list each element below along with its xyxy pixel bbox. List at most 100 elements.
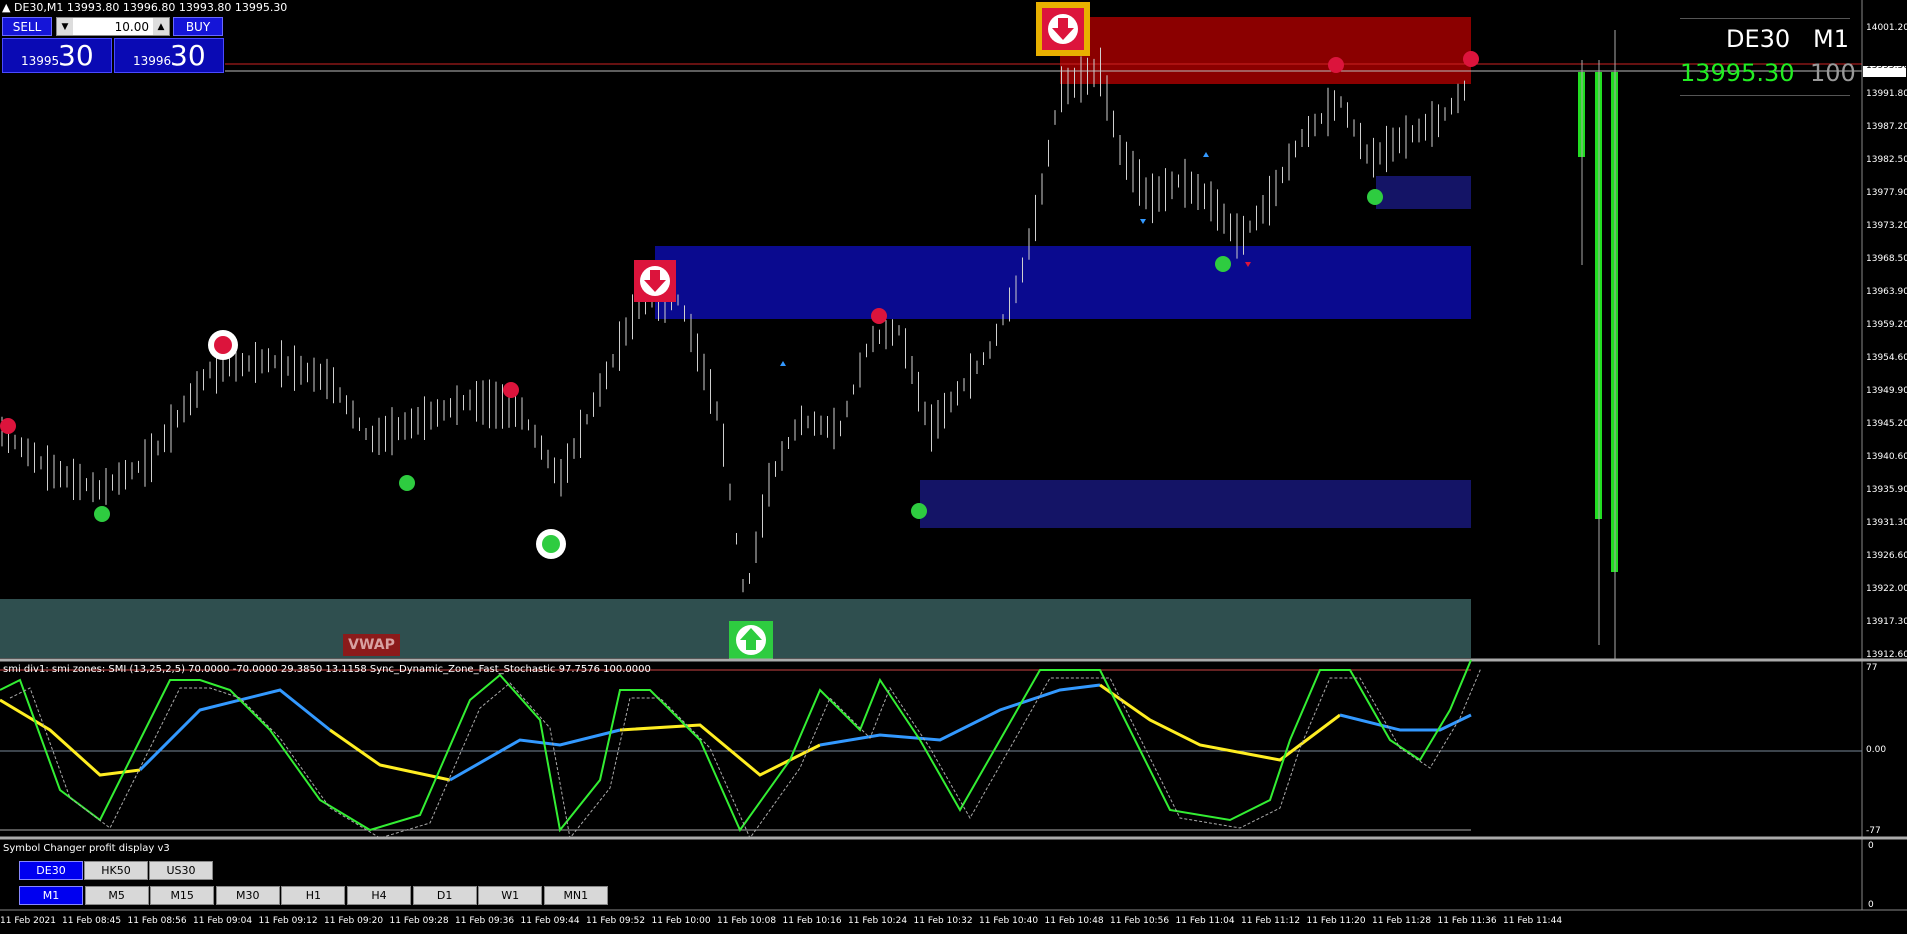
info-percent: 100 — [1810, 59, 1856, 87]
smi-slow-line — [138, 688, 331, 772]
time-label: 11 Feb 11:04 — [1175, 916, 1235, 926]
volume-down-icon[interactable]: ▼ — [57, 18, 73, 35]
buy-price-small: 13996 — [133, 54, 172, 68]
symbol-button-us30[interactable]: US30 — [149, 861, 213, 880]
price-label: 13959.20 — [1866, 320, 1907, 330]
time-label: 11 Feb 08:56 — [127, 916, 187, 926]
timeframe-button-m5[interactable]: M5 — [84, 886, 149, 905]
sell-dot — [871, 308, 887, 324]
symbol-changer-title: Symbol Changer profit display v3 — [3, 843, 170, 854]
time-label: 11 Feb 08:45 — [62, 916, 122, 926]
timeframe-button-d1[interactable]: D1 — [412, 886, 477, 905]
price-label: 13995.30 — [1866, 61, 1907, 71]
price-label: 13922.00 — [1866, 584, 1907, 594]
price-label: 13940.60 — [1866, 452, 1907, 462]
time-label: 11 Feb 09:52 — [586, 916, 646, 926]
chart-header: ▲ DE30,M1 13993.80 13996.80 13993.80 139… — [2, 1, 287, 14]
demand-zone-small — [1376, 176, 1471, 209]
price-label: 13954.60 — [1866, 353, 1907, 363]
time-label: 11 Feb 09:04 — [193, 916, 253, 926]
sell-dot — [0, 418, 16, 434]
chart-canvas[interactable] — [0, 0, 1907, 934]
price-label: 13977.90 — [1866, 188, 1907, 198]
time-label: 11 Feb 10:32 — [913, 916, 973, 926]
ohlc-values: 13993.80 13996.80 13993.80 13995.30 — [66, 1, 288, 14]
buy-arrow-icon — [729, 621, 773, 659]
sell-arrow-icon — [1036, 2, 1090, 56]
time-label: 11 Feb 11:44 — [1503, 916, 1563, 926]
buy-dot — [911, 503, 927, 519]
price-label: 13912.60 — [1866, 650, 1907, 660]
buy-dot — [94, 506, 110, 522]
symbol-button-hk50[interactable]: HK50 — [84, 861, 148, 880]
buy-dot — [1215, 256, 1231, 272]
chart-menu-icon[interactable]: ▲ — [2, 1, 10, 14]
price-label: 13968.50 — [1866, 254, 1907, 264]
price-label: 13987.20 — [1866, 122, 1907, 132]
timeframe-button-w1[interactable]: W1 — [478, 886, 543, 905]
price-label: 13973.20 — [1866, 221, 1907, 231]
buy-button[interactable]: BUY — [173, 17, 223, 36]
sell-dot — [1463, 51, 1479, 67]
smi-slow-line — [329, 728, 451, 782]
price-label: 13917.30 — [1866, 617, 1907, 627]
demand-zone-upper — [655, 246, 1471, 319]
volume-up-icon[interactable]: ▲ — [153, 18, 169, 35]
sell-arrow-icon — [634, 260, 676, 302]
timeframe-button-m1[interactable]: M1 — [19, 886, 83, 905]
buy-price-box[interactable]: 13996 30 — [114, 38, 224, 73]
volume-bars — [1578, 30, 1618, 660]
buy-dot — [1367, 189, 1383, 205]
timeframe-button-h4[interactable]: H4 — [347, 886, 411, 905]
sell-price-small: 13995 — [21, 54, 60, 68]
one-click-trading-panel: SELL ▼ ▲ BUY 13995 30 13996 30 — [2, 17, 225, 73]
time-label: 11 Feb 11:12 — [1241, 916, 1301, 926]
vwap-label: VWAP — [343, 634, 400, 656]
sell-price-big: 30 — [58, 39, 94, 72]
price-label: 13963.90 — [1866, 287, 1907, 297]
symbol-info-box: DE30 M1 13995.30 100 — [1680, 18, 1856, 96]
time-label: 11 Feb 09:28 — [389, 916, 449, 926]
time-label: 11 Feb 2021 — [0, 916, 57, 926]
supply-zone — [1060, 17, 1471, 84]
volume-input[interactable] — [74, 19, 149, 34]
smi-slow-line — [619, 723, 821, 777]
time-label: 11 Feb 09:20 — [324, 916, 384, 926]
sell-dot — [503, 382, 519, 398]
info-price: 13995.30 — [1680, 59, 1795, 87]
oscillator-title: smi div1: smi zones: SMI (13,25,2,5) 70.… — [3, 664, 651, 675]
smi-slow-line — [0, 698, 141, 777]
price-label: 14001.20 — [1866, 23, 1907, 33]
price-label: 13949.90 — [1866, 386, 1907, 396]
timeframe-button-mn1[interactable]: MN1 — [543, 886, 608, 905]
time-label: 11 Feb 10:24 — [848, 916, 908, 926]
symbol-button-de30[interactable]: DE30 — [19, 861, 83, 880]
smi-slow-line — [819, 683, 1101, 747]
time-label: 11 Feb 09:12 — [258, 916, 318, 926]
info-symbol: DE30 — [1726, 25, 1791, 53]
sc-axis-bottom: 0 — [1868, 900, 1874, 910]
time-label: 11 Feb 11:36 — [1437, 916, 1497, 926]
sell-dot — [1328, 57, 1344, 73]
smi-slow-line — [1099, 683, 1341, 762]
time-label: 11 Feb 10:40 — [979, 916, 1039, 926]
time-label: 11 Feb 10:48 — [1044, 916, 1104, 926]
info-timeframe: M1 — [1813, 25, 1849, 53]
timeframe-button-m15[interactable]: M15 — [150, 886, 215, 905]
price-label: 13931.30 — [1866, 518, 1907, 528]
timeframe-button-h1[interactable]: H1 — [281, 886, 346, 905]
sell-price-box[interactable]: 13995 30 — [2, 38, 112, 73]
time-label: 11 Feb 09:36 — [455, 916, 515, 926]
time-label: 11 Feb 10:00 — [651, 916, 711, 926]
time-label: 11 Feb 11:20 — [1306, 916, 1366, 926]
smi-slow-line — [449, 728, 621, 782]
timeframe-button-m30[interactable]: M30 — [215, 886, 280, 905]
demand-zone-lower — [920, 480, 1471, 528]
price-label: 13991.80 — [1866, 89, 1907, 99]
time-label: 11 Feb 10:56 — [1110, 916, 1170, 926]
smi-oscillator — [0, 659, 1482, 840]
price-label: 13945.20 — [1866, 419, 1907, 429]
buy-dot — [399, 475, 415, 491]
sell-button[interactable]: SELL — [2, 17, 52, 36]
symbol-timeframe: DE30,M1 — [13, 1, 64, 14]
